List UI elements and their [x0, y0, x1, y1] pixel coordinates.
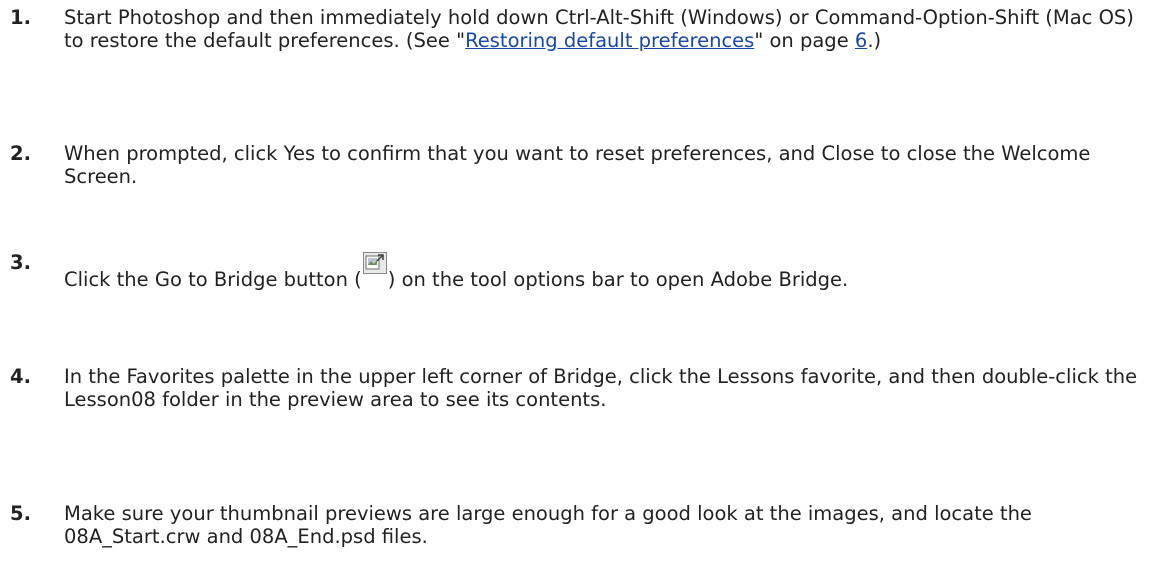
step-text: Click the Go to Bridge button ( ) on the… — [64, 252, 1154, 291]
go-to-bridge-icon — [362, 252, 387, 274]
step-number: 4. — [10, 365, 31, 388]
step-number: 1. — [10, 6, 31, 29]
page-6-link[interactable]: 6 — [855, 29, 867, 52]
step-text: Make sure your thumbnail previews are la… — [64, 502, 1032, 548]
step-text: When prompted, click Yes to confirm that… — [64, 142, 1091, 188]
step-number: 3. — [10, 251, 31, 274]
step-text: Start Photoshop and then immediately hol… — [64, 6, 1154, 52]
step-text-part: ) on the tool options bar to open Adobe … — [387, 268, 849, 291]
step-text-part: Click the Go to Bridge button ( — [64, 268, 362, 291]
step-number: 5. — [10, 502, 31, 525]
restoring-default-preferences-link[interactable]: Restoring default preferences — [465, 29, 754, 52]
step-text-part: .) — [867, 29, 882, 52]
step-text-part: " on page — [754, 29, 855, 52]
step-text: In the Favorites palette in the upper le… — [64, 365, 1138, 411]
step-number: 2. — [10, 142, 31, 165]
